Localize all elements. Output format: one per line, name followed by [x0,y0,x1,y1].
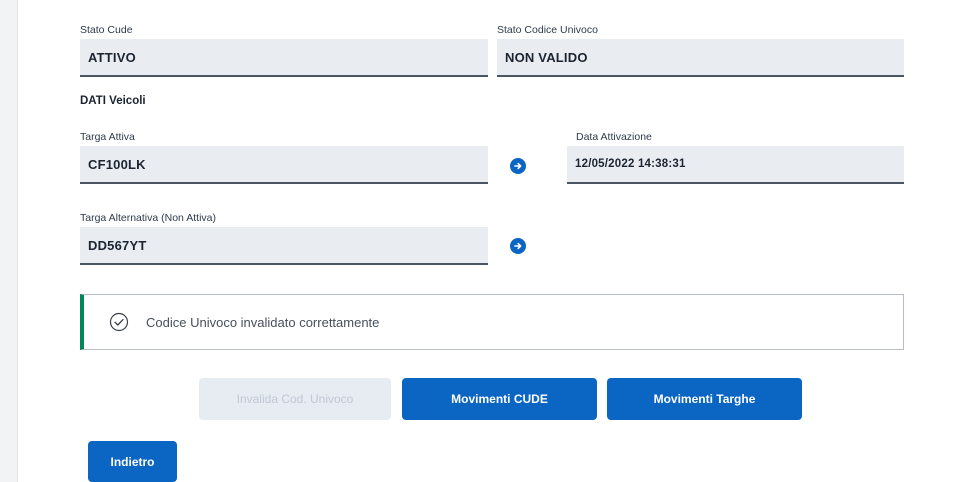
data-attivazione-label: Data Attivazione [576,131,652,143]
invalida-codice-univoco-button[interactable]: Invalida Cod. Univoco [199,378,391,420]
success-alert: Codice Univoco invalidato correttamente [80,294,904,350]
page-left-rule [0,0,18,482]
arrow-right-icon[interactable] [510,158,526,174]
stato-cude-label: Stato Cude [80,24,133,36]
dati-veicoli-title: DATI Veicoli [80,95,146,107]
arrow-right-icon[interactable] [510,238,526,254]
data-attivazione-field: 12/05/2022 14:38:31 [567,146,904,184]
targa-alternativa-field: DD567YT [80,227,488,265]
movimenti-targhe-button[interactable]: Movimenti Targhe [607,378,802,420]
targa-alternativa-label: Targa Alternativa (Non Attiva) [80,212,216,224]
targa-attiva-label: Targa Attiva [80,131,135,143]
targa-attiva-field: CF100LK [80,146,488,184]
stato-codice-univoco-field: NON VALIDO [497,39,904,77]
check-circle-icon [109,312,129,332]
stato-codice-univoco-label: Stato Codice Univoco [497,24,598,36]
movimenti-cude-button[interactable]: Movimenti CUDE [402,378,597,420]
indietro-button[interactable]: Indietro [88,441,177,482]
alert-message: Codice Univoco invalidato correttamente [146,314,380,330]
stato-cude-field: ATTIVO [80,39,488,77]
